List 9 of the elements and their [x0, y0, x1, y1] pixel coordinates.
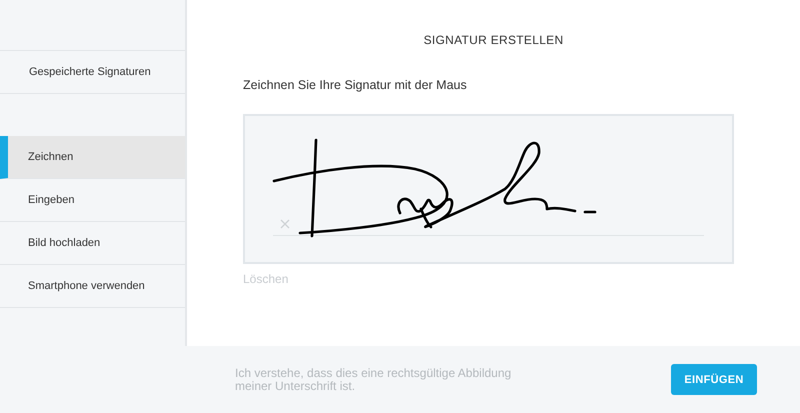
instruction-text: Zeichnen Sie Ihre Signatur mit der Maus [243, 78, 468, 92]
sidebar-item[interactable]: Eingeben [0, 179, 185, 222]
sidebar-item[interactable]: Zeichnen [0, 136, 185, 179]
sidebar-item[interactable]: Smartphone verwenden [0, 265, 185, 308]
signature-pad[interactable] [243, 114, 734, 264]
legal-notice: Ich verstehe, dass dies eine rechtsgültige Abbildung meiner Unterschrift ist. [235, 366, 512, 392]
dialog-title: SIGNATUR ERSTELLEN [422, 33, 564, 47]
sidebar-item[interactable]: Bild hochladen [0, 222, 185, 265]
saved-signatures-link[interactable]: Gespeicherte Signaturen [0, 50, 185, 94]
